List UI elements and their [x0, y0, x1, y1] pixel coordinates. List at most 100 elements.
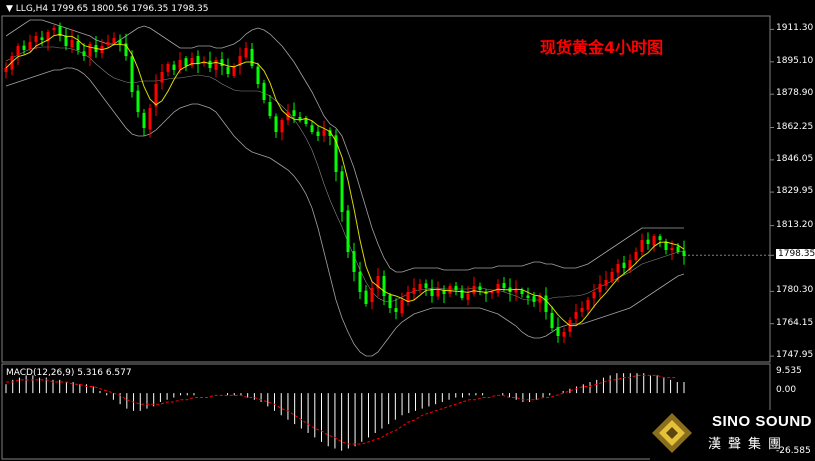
- y-tick-label: 1895.10: [776, 55, 814, 66]
- candle-body: [676, 246, 680, 252]
- candle-body: [232, 66, 236, 76]
- logo-sub-text: 漢聲集團: [708, 437, 789, 452]
- candlestick-series: [4, 22, 686, 344]
- candle-body: [358, 271, 362, 292]
- candle-body: [16, 46, 20, 56]
- candle-body: [64, 35, 68, 46]
- candle-body: [184, 58, 188, 66]
- candle-body: [106, 42, 110, 45]
- macd-label: MACD(12,26,9) 5.316 6.577: [6, 368, 132, 378]
- candle-body: [40, 37, 44, 40]
- candle-body: [340, 171, 344, 212]
- candle-body: [634, 252, 638, 261]
- candle-body: [496, 284, 500, 293]
- candle-body: [280, 120, 284, 133]
- candle-body: [592, 292, 596, 299]
- candle-body: [682, 250, 686, 256]
- candle-body: [82, 51, 86, 56]
- candle-body: [172, 64, 176, 70]
- candle-body: [448, 286, 452, 294]
- chart-canvas: [1, 15, 815, 461]
- y-tick-label: 1878.90: [776, 88, 814, 99]
- y-tick-label: 1846.05: [776, 153, 814, 164]
- candle-body: [556, 327, 560, 336]
- candle-body: [70, 40, 74, 48]
- candle-body: [178, 60, 182, 70]
- candle-body: [370, 288, 374, 303]
- candle-body: [136, 90, 140, 112]
- candle-body: [28, 42, 32, 49]
- ma-line: [5, 33, 685, 327]
- candle-body: [574, 312, 578, 319]
- y-tick-label: 1911.30: [776, 23, 814, 34]
- candle-body: [262, 82, 266, 100]
- macd-tick-top: 9.535: [776, 366, 802, 376]
- y-tick-label: 1862.25: [776, 121, 814, 132]
- candle-body: [532, 296, 536, 302]
- candle-body: [310, 125, 314, 132]
- candle-body: [118, 39, 122, 44]
- dropdown-triangle-icon[interactable]: ▼: [6, 4, 13, 14]
- candle-body: [244, 48, 248, 58]
- candle-body: [514, 290, 518, 293]
- candle-body: [22, 45, 26, 50]
- candle-body: [400, 300, 404, 314]
- candle-body: [220, 59, 224, 66]
- current-price-label: 1798.35: [776, 249, 815, 260]
- candle-body: [406, 292, 410, 302]
- candle-body: [640, 240, 644, 252]
- candle-body: [550, 312, 554, 328]
- candle-body: [160, 72, 164, 83]
- candle-body: [268, 101, 272, 116]
- logo-brand-text: SINO SOUND: [712, 413, 813, 430]
- candle-body: [442, 290, 446, 294]
- candle-body: [412, 288, 416, 294]
- candle-body: [4, 68, 8, 72]
- bollinger-middle-line: [5, 46, 685, 303]
- candle-body: [580, 308, 584, 312]
- macd-panel: [5, 373, 685, 451]
- candle-body: [664, 241, 668, 250]
- candle-body: [208, 60, 212, 68]
- chart-title: 现货黄金4小时图: [540, 38, 664, 57]
- candle-body: [454, 286, 458, 290]
- candle-body: [616, 264, 620, 273]
- candle-body: [562, 332, 566, 337]
- candle-body: [352, 251, 356, 272]
- candle-body: [346, 210, 350, 252]
- candle-body: [130, 56, 134, 92]
- candle-body: [382, 275, 386, 296]
- candle-body: [544, 295, 548, 312]
- candle-body: [388, 295, 392, 308]
- candle-body: [256, 66, 260, 84]
- candle-body: [652, 236, 656, 246]
- candle-body: [214, 60, 218, 70]
- y-tick-label: 1747.95: [776, 350, 814, 361]
- candle-body: [148, 108, 152, 130]
- candle-body: [490, 292, 494, 293]
- candle-body: [364, 290, 368, 304]
- candle-body: [610, 272, 614, 282]
- candle-body: [322, 130, 326, 136]
- candle-body: [292, 110, 296, 116]
- candle-body: [670, 248, 674, 251]
- y-tick-label: 1780.30: [776, 285, 814, 296]
- candle-body: [436, 290, 440, 297]
- candle-body: [586, 300, 590, 310]
- y-tick-label: 1813.20: [776, 219, 814, 230]
- candle-body: [226, 67, 230, 74]
- candle-body: [472, 286, 476, 294]
- candle-body: [424, 283, 428, 288]
- candle-body: [526, 295, 530, 298]
- candle-body: [316, 131, 320, 136]
- y-tick-label: 1764.15: [776, 317, 814, 328]
- candle-body: [520, 290, 524, 294]
- candle-body: [658, 236, 662, 240]
- main-panel-frame: [1, 15, 774, 460]
- candle-body: [646, 239, 650, 244]
- candle-body: [166, 64, 170, 72]
- candle-body: [394, 308, 398, 312]
- candle-body: [418, 284, 422, 290]
- candle-body: [76, 41, 80, 50]
- candle-body: [478, 286, 482, 290]
